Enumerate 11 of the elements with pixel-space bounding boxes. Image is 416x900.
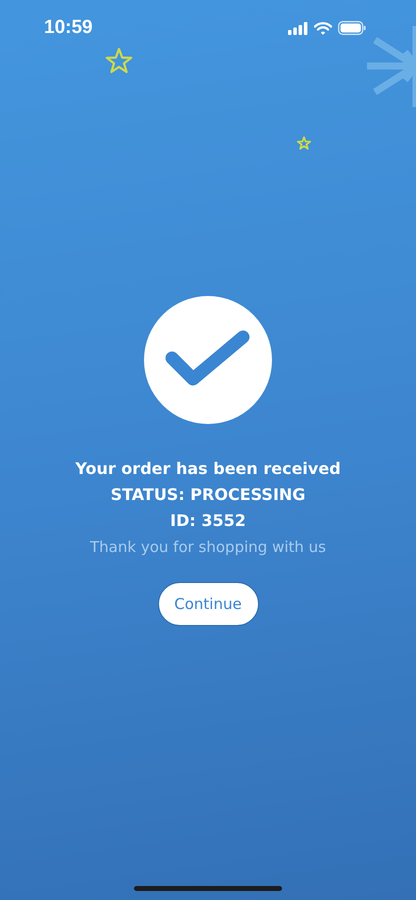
order-id: ID: 3552 bbox=[170, 510, 246, 532]
battery-icon bbox=[338, 21, 366, 35]
wifi-icon bbox=[314, 22, 332, 34]
confirmation-title: Your order has been received bbox=[75, 458, 341, 480]
star-icon bbox=[105, 47, 133, 74]
continue-button[interactable]: Continue bbox=[158, 582, 258, 626]
thank-you-message: Thank you for shopping with us bbox=[90, 538, 326, 556]
order-status: STATUS: PROCESSING bbox=[110, 484, 306, 506]
star-icon bbox=[297, 136, 311, 150]
signal-icon bbox=[288, 22, 308, 34]
status-time: 10:59 bbox=[44, 17, 93, 39]
